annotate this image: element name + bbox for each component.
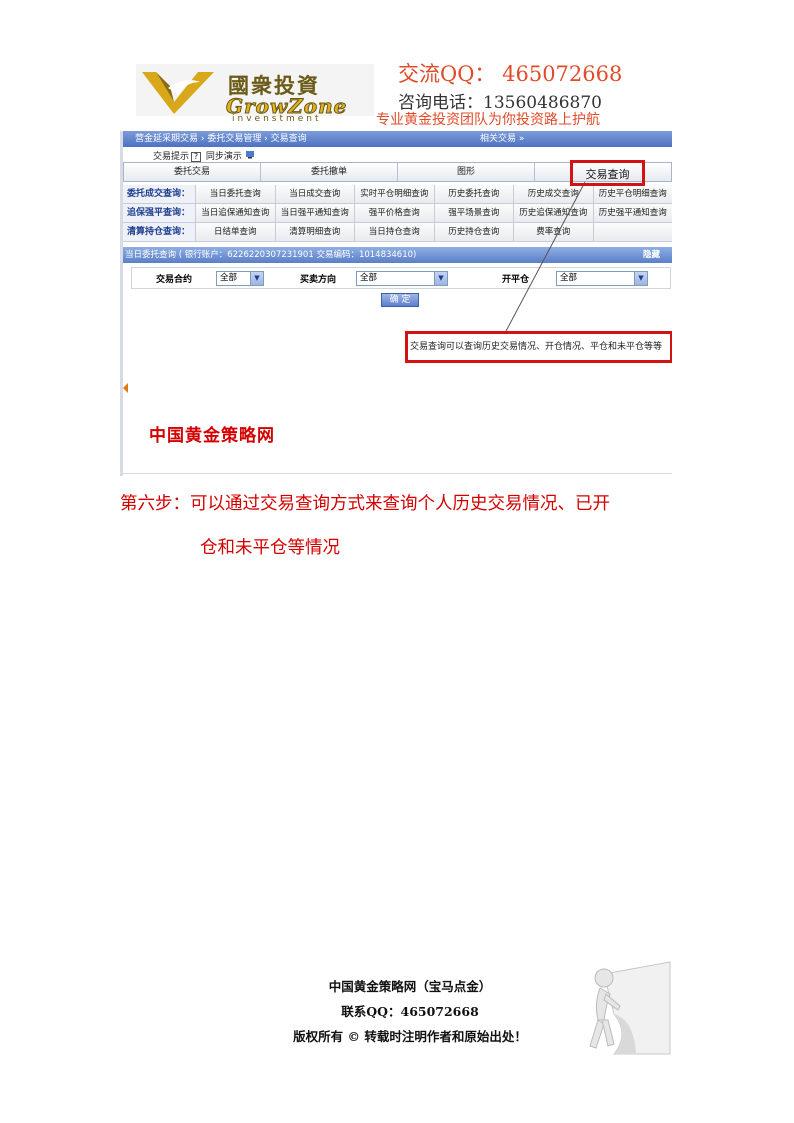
site-watermark: 中国黄金策略网 — [149, 426, 275, 446]
collapse-arrow-icon[interactable] — [123, 383, 128, 393]
page-footer: 中国黄金策略网（宝马点金） 联系QQ：465072668 版权所有 © 转载时注… — [270, 974, 550, 1049]
figure-pushing-page-icon — [589, 961, 671, 1055]
annotation-callout: 交易查询可以查询历史交易情况、开仓情况、平仓和未平仓等等 — [405, 331, 672, 363]
footer-site-name: 中国黄金策略网（宝马点金） — [328, 979, 492, 994]
trading-query-screenshot: 营金延采期交易 › 委托交易管理 › 交易查询 相关交易 » 交易提示? 同步演… — [120, 131, 672, 476]
step-six-text-line2: 仓和未平仓等情况 — [200, 538, 340, 558]
logo-subtitle: invenstment — [232, 114, 322, 124]
divider — [123, 473, 672, 474]
growzone-logo: 國衆投資 GrowZone invenstment — [136, 64, 374, 124]
logo-v-mark-icon — [142, 72, 214, 114]
step-six-text-line1: 第六步：可以通过交易查询方式来查询个人历史交易情况、已开 — [120, 494, 610, 514]
footer-copyright: 版权所有 © 转载时注明作者和原始出处！ — [293, 1029, 527, 1044]
page-header: 國衆投資 GrowZone invenstment 交流QQ： 46507266… — [136, 58, 666, 128]
header-qq: 交流QQ： 465072668 — [398, 62, 623, 86]
trade-query-highlight[interactable]: 交易查询 — [570, 160, 645, 186]
footer-contact: 联系QQ：465072668 — [341, 1004, 479, 1019]
trade-query-highlight-label: 交易查询 — [585, 168, 630, 181]
header-slogan: 专业黄金投资团队为你投资路上护航 — [376, 112, 600, 128]
